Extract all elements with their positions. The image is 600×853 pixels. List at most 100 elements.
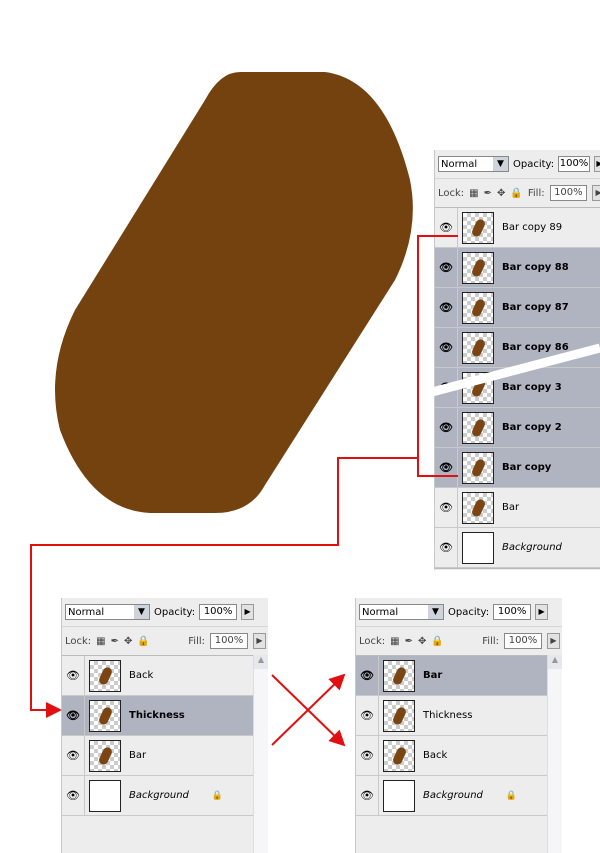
layer-row[interactable]: 👁 Bar	[356, 656, 547, 696]
eye-icon[interactable]: 👁	[356, 696, 379, 735]
layer-row[interactable]: 👁 Back	[356, 736, 547, 776]
eye-icon[interactable]: 👁	[435, 528, 458, 567]
lock-all-icon[interactable]: 🔒	[431, 636, 443, 647]
layer-row[interactable]: 👁 Back	[62, 656, 253, 696]
lock-transparency-icon[interactable]: ▦	[469, 188, 478, 199]
eye-icon[interactable]: 👁	[356, 656, 379, 695]
layer-name: Bar copy 87	[502, 302, 569, 313]
layer-thumbnail	[383, 739, 415, 772]
layer-row[interactable]: 👁 Bar copy 87	[435, 288, 600, 328]
layer-name: Bar copy 88	[502, 262, 569, 273]
layer-name: Thickness	[423, 710, 473, 721]
layer-row[interactable]: 👁 Bar copy 88	[435, 248, 600, 288]
eye-icon[interactable]: 👁	[356, 736, 379, 775]
eye-icon[interactable]: 👁	[435, 408, 458, 447]
lock-brush-icon[interactable]: ✒	[111, 636, 119, 647]
chevron-down-icon[interactable]: ▼	[134, 605, 149, 619]
lock-label: Lock:	[65, 635, 92, 647]
layers-panel-main: Normal▼ Opacity:100%▶ Lock: ▦✒✥🔒 Fill:10…	[434, 150, 600, 570]
lock-brush-icon[interactable]: ✒	[405, 636, 413, 647]
layer-name: Back	[129, 670, 154, 681]
layer-thumbnail	[462, 531, 494, 564]
opacity-arrow-button[interactable]: ▶	[593, 156, 600, 172]
layer-name: Bar copy 2	[502, 422, 562, 433]
layer-row[interactable]: 👁 Bar copy 2	[435, 408, 600, 448]
fill-input[interactable]: 100%	[504, 633, 542, 649]
lock-move-icon[interactable]: ✥	[418, 636, 426, 647]
layer-thumbnail	[462, 211, 494, 244]
fill-arrow-button[interactable]: ▶	[253, 633, 266, 649]
layer-name: Bar copy 86	[502, 342, 569, 353]
eye-icon[interactable]: 👁	[356, 776, 379, 815]
layer-row[interactable]: 👁 Background	[435, 528, 600, 568]
layer-row[interactable]: 👁 Thickness	[62, 696, 253, 736]
layer-row[interactable]: 👁 Background 🔒	[356, 776, 547, 816]
layer-name: Background	[423, 790, 483, 801]
scroll-up-icon[interactable]: ▲	[254, 655, 268, 669]
blend-mode-select[interactable]: Normal ▼	[65, 604, 150, 620]
layers-panel-after: Normal ▼ Opacity: 100% ▶ Lock: ▦ ✒ ✥ 🔒 Fill: 10…	[355, 598, 562, 853]
lock-icon: 🔒	[505, 790, 517, 801]
scrollbar[interactable]: ▲	[253, 655, 268, 853]
fill-input[interactable]: 100%	[210, 633, 248, 649]
opacity-label: Opacity:	[513, 158, 555, 170]
eye-icon[interactable]: 👁	[62, 776, 85, 815]
lock-move-icon[interactable]: ✥	[124, 636, 132, 647]
opacity-label: Opacity:	[448, 606, 490, 618]
layer-thumbnail	[462, 491, 494, 524]
opacity-input[interactable]: 100%	[558, 156, 590, 172]
layer-name: Bar	[423, 670, 443, 681]
layer-row[interactable]: 👁 Bar copy	[435, 448, 600, 488]
lock-transparency-icon[interactable]: ▦	[96, 636, 105, 647]
eye-icon[interactable]: 👁	[435, 328, 458, 367]
opacity-arrow-button[interactable]: ▶	[535, 604, 549, 620]
layer-name: Bar	[502, 502, 520, 513]
blend-mode-select[interactable]: Normal ▼	[359, 604, 444, 620]
layer-name: Bar copy 3	[502, 382, 562, 393]
eye-icon[interactable]: 👁	[435, 288, 458, 327]
layer-thumbnail	[462, 411, 494, 444]
layer-thumbnail	[462, 291, 494, 324]
lock-icon: 🔒	[211, 790, 223, 801]
layer-name: Bar copy	[502, 462, 552, 473]
layer-thumbnail	[383, 659, 415, 692]
opacity-arrow-button[interactable]: ▶	[241, 604, 255, 620]
layer-row[interactable]: 👁 Bar copy 3	[435, 368, 600, 408]
fill-arrow-button[interactable]: ▶	[592, 185, 600, 201]
layer-row[interactable]: 👁 Bar copy 86	[435, 328, 600, 368]
layer-row[interactable]: 👁 Bar	[435, 488, 600, 528]
layer-row[interactable]: 👁 Thickness	[356, 696, 547, 736]
chevron-down-icon[interactable]: ▼	[493, 157, 509, 171]
eye-icon[interactable]: 👁	[435, 208, 458, 247]
lock-brush-icon[interactable]: ✒	[484, 188, 492, 199]
layer-row[interactable]: 👁 Bar	[62, 736, 253, 776]
eye-icon[interactable]: 👁	[435, 488, 458, 527]
eye-icon[interactable]: 👁	[62, 656, 85, 695]
scrollbar[interactable]: ▲	[547, 655, 562, 853]
eye-icon[interactable]: 👁	[435, 248, 458, 287]
fill-label: Fill:	[527, 187, 545, 199]
lock-all-icon[interactable]: 🔒	[137, 636, 149, 647]
blend-mode-select[interactable]: Normal ▼	[438, 156, 510, 172]
layer-thumbnail	[89, 739, 121, 772]
lock-move-icon[interactable]: ✥	[497, 188, 505, 199]
layer-thumbnail	[462, 251, 494, 284]
chevron-down-icon[interactable]: ▼	[428, 605, 443, 619]
lock-transparency-icon[interactable]: ▦	[390, 636, 399, 647]
layer-name: Back	[423, 750, 448, 761]
layer-name: Thickness	[129, 710, 185, 721]
eye-icon[interactable]: 👁	[62, 696, 85, 735]
fill-arrow-button[interactable]: ▶	[547, 633, 560, 649]
opacity-input[interactable]: 100%	[493, 604, 532, 620]
layer-row[interactable]: 👁 Bar copy 89	[435, 208, 600, 248]
scroll-up-icon[interactable]: ▲	[548, 655, 562, 669]
fill-input[interactable]: 100%	[549, 185, 588, 201]
layer-row[interactable]: 👁 Background 🔒	[62, 776, 253, 816]
eye-icon[interactable]: 👁	[62, 736, 85, 775]
lock-all-icon[interactable]: 🔒	[510, 188, 522, 199]
opacity-input[interactable]: 100%	[199, 604, 238, 620]
layer-thumbnail	[89, 699, 121, 732]
layer-thumbnail	[383, 779, 415, 812]
eye-icon[interactable]: 👁	[435, 448, 458, 487]
eye-icon[interactable]: 👁	[435, 368, 458, 407]
